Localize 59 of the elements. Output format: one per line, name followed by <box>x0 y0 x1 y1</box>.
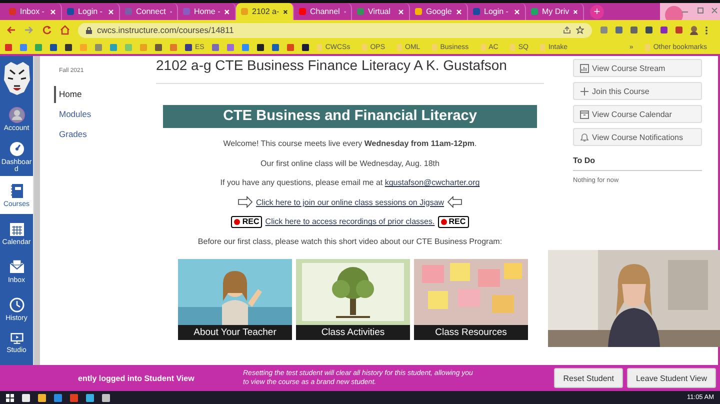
recordings-link[interactable]: Click here to access recordings of prior classes. <box>265 217 435 226</box>
avatar-icon <box>8 106 24 122</box>
scrollbar[interactable] <box>33 56 40 365</box>
reload-icon[interactable] <box>42 25 52 35</box>
rec-badge: REC <box>231 216 262 228</box>
rec-badge: REC <box>438 216 469 228</box>
back-icon[interactable] <box>6 25 16 35</box>
calendar-icon <box>8 220 24 236</box>
video-card[interactable]: Class Resources <box>414 259 528 340</box>
book-icon <box>8 182 24 198</box>
course-nav-link[interactable]: Home <box>54 86 150 103</box>
star-icon[interactable] <box>576 26 584 34</box>
tiger-logo <box>2 60 32 96</box>
bookmark-icon[interactable] <box>50 44 57 50</box>
address-bar[interactable]: cwcs.instructure.com/courses/14811 <box>78 22 592 38</box>
course-nav-link[interactable]: Grades <box>54 126 150 143</box>
new-tab-button[interactable]: + <box>590 4 604 18</box>
card-title: About Your Teacher <box>178 325 292 340</box>
calendar-icon <box>580 110 589 118</box>
student-view-message: ently logged into Student View <box>78 374 196 382</box>
gauge-icon <box>8 141 24 157</box>
clock-icon <box>8 296 24 312</box>
student-view-button[interactable]: Reset Student <box>554 368 623 388</box>
browser-tab[interactable]: 2102 a- <box>236 3 294 20</box>
course-nav-link[interactable]: Modules <box>54 106 150 123</box>
sidebar-button[interactable]: Join this Course <box>573 82 702 100</box>
paragraph: Our first online class will be Wednesday, Aug. 18th <box>260 158 440 168</box>
card-title: Class Activities <box>296 325 410 340</box>
video-card[interactable]: About Your Teacher <box>178 259 292 340</box>
sidebar-button[interactable]: View Course Stream <box>573 59 702 77</box>
jigsaw-link[interactable]: Click here to join our online class sessions on Jigsaw <box>256 198 444 207</box>
student-view-button[interactable]: Leave Student View <box>626 368 716 388</box>
sidebar-button[interactable]: View Course Notifications <box>573 128 702 146</box>
window-controls-icon[interactable] <box>660 3 720 20</box>
share-icon[interactable] <box>563 26 571 34</box>
lock-icon <box>86 26 92 34</box>
profile-avatar-icon[interactable] <box>690 26 698 34</box>
plus-icon <box>580 86 589 96</box>
bookmark-icon[interactable] <box>65 44 72 50</box>
more-menu-icon[interactable] <box>705 26 708 34</box>
home-icon[interactable] <box>60 25 70 35</box>
monitor-icon <box>8 332 24 345</box>
chart-icon <box>580 64 589 72</box>
section-heading: To Do <box>573 156 702 171</box>
email-link[interactable]: kgustafson@cwcharter.org <box>384 178 480 188</box>
course-banner: CTE Business and Financial Literacy <box>163 105 537 128</box>
paragraph: Welcome! This course meets live every Wednesday from 11am-12pm. <box>223 139 477 148</box>
start-icon[interactable] <box>6 394 14 402</box>
arrow-right-icon <box>238 196 253 208</box>
envelope-icon <box>8 258 24 274</box>
close-icon[interactable] <box>283 8 288 14</box>
paragraph: If you have any questions, please email me at kgustafson@cwcharter.org <box>220 178 480 188</box>
course-title: 2102 a-g CTE Business Finance Literacy A K. Gustafson <box>156 57 544 84</box>
arrow-left-icon <box>447 196 462 208</box>
card-title: Class Resources <box>414 325 528 340</box>
paragraph: Before our first class, please watch this short video about our CTE Business Program: <box>198 236 502 246</box>
sidebar-button[interactable]: View Course Calendar <box>573 105 702 123</box>
video-card[interactable]: Class Activities <box>296 259 410 340</box>
bell-icon <box>580 132 589 142</box>
